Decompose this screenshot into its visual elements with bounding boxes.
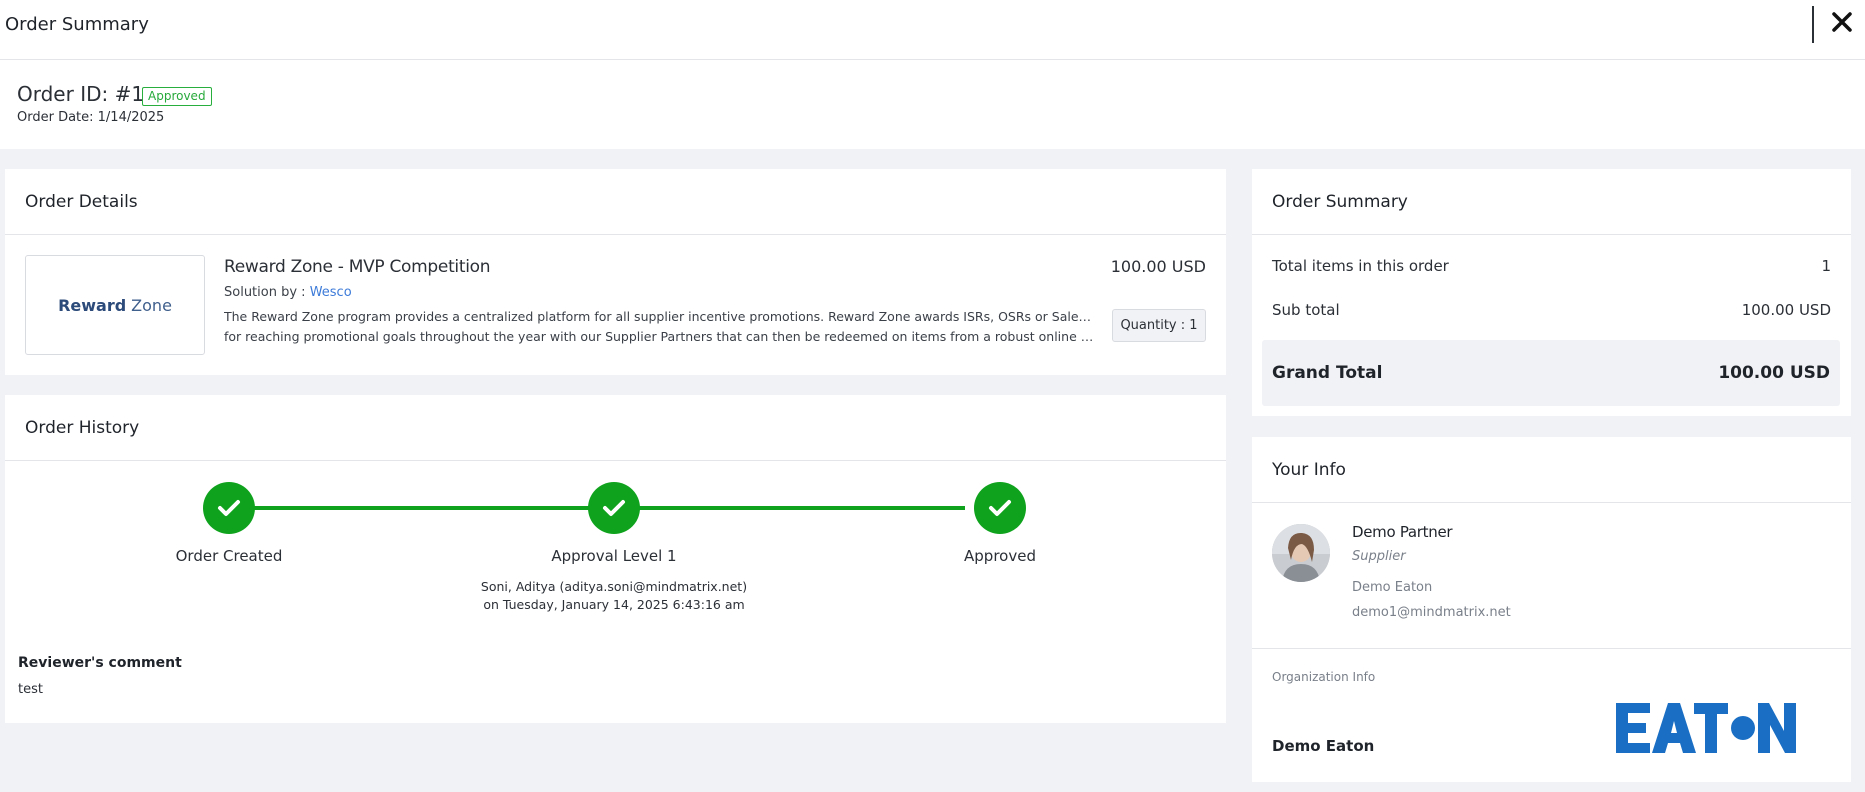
quantity-badge: Quantity : 1	[1112, 309, 1206, 342]
product-logo-bold: Reward	[58, 295, 127, 315]
header-divider	[1812, 6, 1814, 43]
product-solution: Solution by : Wesco	[224, 285, 352, 300]
order-details-card: Order Details Reward Zone Reward Zone - …	[5, 169, 1226, 375]
total-items-value: 1	[1821, 257, 1831, 275]
step-2-label: Approval Level 1	[551, 547, 677, 565]
subtotal-label: Sub total	[1272, 301, 1340, 319]
step-1-dot	[203, 482, 255, 534]
user-role: Supplier	[1352, 549, 1406, 564]
check-icon	[218, 500, 240, 516]
check-icon	[603, 500, 625, 516]
order-id: Order ID: #1	[17, 82, 145, 106]
eaton-logo	[1616, 701, 1796, 755]
product-description: The Reward Zone program provides a centr…	[224, 307, 1094, 347]
solution-link[interactable]: Wesco	[310, 285, 352, 300]
order-summary-card: Order Summary Total items in this order …	[1252, 169, 1851, 416]
user-org: Demo Eaton	[1352, 580, 1433, 595]
eaton-logo-icon	[1616, 703, 1796, 753]
total-items-label: Total items in this order	[1272, 257, 1449, 275]
user-name: Demo Partner	[1352, 523, 1453, 541]
description-line-2: for reaching promotional goals throughou…	[224, 329, 1094, 344]
reviewer-comment-text: test	[18, 682, 43, 697]
progress-line	[205, 506, 965, 510]
grand-total-row: Grand Total 100.00 USD	[1262, 340, 1840, 406]
organization-info-label: Organization Info	[1272, 670, 1376, 684]
status-badge: Approved	[142, 87, 212, 106]
order-summary-title: Order Summary	[1252, 169, 1851, 235]
organization-name: Demo Eaton	[1272, 737, 1375, 755]
subtotal-row: Sub total 100.00 USD	[1272, 301, 1831, 319]
product-price: 100.00 USD	[1110, 257, 1206, 276]
avatar	[1272, 524, 1330, 582]
user-photo-icon	[1272, 524, 1330, 582]
step-1-label: Order Created	[175, 547, 283, 565]
step-3-label: Approved	[964, 547, 1036, 565]
check-icon	[989, 500, 1011, 516]
grand-total-label: Grand Total	[1272, 363, 1383, 383]
user-email: demo1@mindmatrix.net	[1352, 605, 1511, 620]
step-3-dot	[974, 482, 1026, 534]
step-2-reviewer-date: on Tuesday, January 14, 2025 6:43:16 am	[483, 597, 745, 612]
product-logo-light: Zone	[131, 295, 172, 315]
description-line-1: The Reward Zone program provides a centr…	[224, 309, 1094, 324]
top-bar: Order Summary	[0, 0, 1865, 60]
product-name: Reward Zone - MVP Competition	[224, 257, 491, 277]
reviewer-comment-title: Reviewer's comment	[18, 655, 182, 671]
order-details-title: Order Details	[5, 169, 1226, 235]
order-history-title: Order History	[5, 395, 1226, 461]
info-divider	[1252, 648, 1851, 649]
close-button[interactable]	[1828, 8, 1856, 36]
step-2-reviewer-name: Soni, Aditya (aditya.soni@mindmatrix.net…	[480, 579, 748, 594]
your-info-title: Your Info	[1252, 437, 1851, 503]
step-2-reviewer: Soni, Aditya (aditya.soni@mindmatrix.net…	[434, 578, 794, 614]
grand-total-value: 100.00 USD	[1718, 363, 1830, 383]
step-2-dot	[588, 482, 640, 534]
order-history-card: Order History Order Created Approval Lev…	[5, 395, 1226, 723]
page-title: Order Summary	[5, 14, 149, 35]
order-date: Order Date: 1/14/2025	[17, 110, 165, 125]
close-icon	[1832, 12, 1852, 32]
your-info-card: Your Info Demo Partner Supplier Demo Eat…	[1252, 437, 1851, 782]
total-items-row: Total items in this order 1	[1272, 257, 1831, 275]
order-header: Order ID: #1 Order Date: 1/14/2025	[0, 60, 1865, 149]
solution-prefix: Solution by :	[224, 285, 310, 300]
subtotal-value: 100.00 USD	[1741, 301, 1831, 319]
product-logo: Reward Zone	[25, 255, 205, 355]
